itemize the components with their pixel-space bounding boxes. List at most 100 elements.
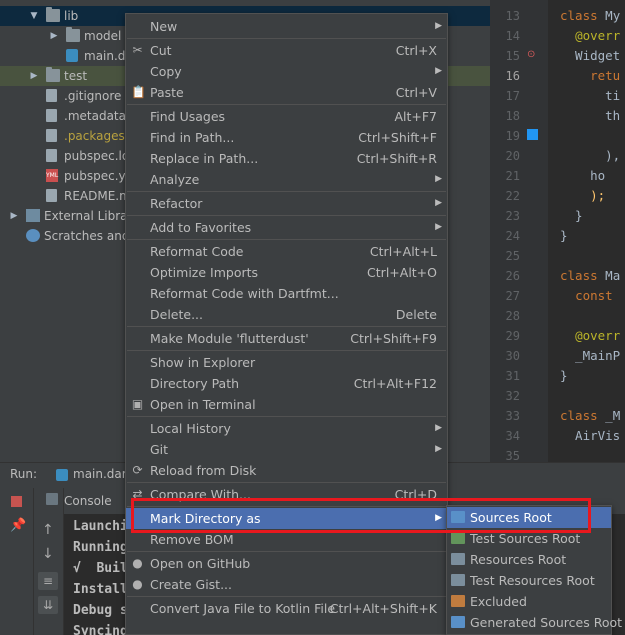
submenu-arrow-icon: ▶	[435, 222, 442, 232]
tree-item-label: .metadata	[64, 109, 126, 123]
menu-item-local-history[interactable]: Local History ▶	[126, 418, 447, 439]
sources-root-icon	[451, 511, 465, 523]
pin-icon[interactable]: 📌	[10, 518, 26, 533]
tree-item-label: model	[84, 29, 122, 43]
menu-item-label: Show in Explorer	[150, 355, 256, 370]
submenu-item-label: Resources Root	[470, 552, 567, 567]
menu-separator	[127, 482, 446, 483]
submenu-arrow-icon: ▶	[435, 174, 442, 184]
menu-item-label: Open in Terminal	[150, 397, 256, 412]
menu-item-create-gist[interactable]: ● Create Gist...	[126, 574, 447, 595]
menu-item-reformat-code-with-dartfmt[interactable]: Reformat Code with Dartfmt...	[126, 283, 447, 304]
menu-item-new[interactable]: New ▶	[126, 16, 447, 37]
soft-wrap-icon[interactable]: ≡	[38, 572, 58, 590]
tree-item-label: lib	[64, 9, 79, 23]
menu-item-copy[interactable]: Copy ▶	[126, 61, 447, 82]
submenu-item-excluded[interactable]: Excluded	[447, 591, 611, 612]
submenu-arrow-icon: ▶	[435, 513, 442, 523]
console-icon	[46, 493, 58, 505]
menu-item-analyze[interactable]: Analyze ▶	[126, 169, 447, 190]
menu-item-label: Git	[150, 442, 169, 457]
menu-separator	[127, 416, 446, 417]
override-marker-icon[interactable]: ⊙	[527, 49, 535, 60]
menu-item-show-in-explorer[interactable]: Show in Explorer	[126, 352, 447, 373]
excluded-icon	[451, 595, 465, 607]
chevron-down-icon[interactable]: ▼	[28, 6, 40, 26]
library-icon	[26, 209, 40, 222]
menu-item-reformat-code[interactable]: Reformat Code Ctrl+Alt+L	[126, 241, 447, 262]
menu-item-shortcut: Ctrl+Alt+L	[369, 244, 437, 259]
chevron-right-icon[interactable]: ▶	[48, 26, 60, 46]
menu-item-mark-directory-as[interactable]: Mark Directory as ▶	[126, 508, 447, 529]
menu-item-shortcut: Ctrl+D	[394, 487, 437, 502]
stop-icon[interactable]	[11, 496, 22, 507]
line-number: 32	[505, 389, 520, 403]
menu-separator	[127, 350, 446, 351]
menu-item-label: Reload from Disk	[150, 463, 257, 478]
menu-item-label: Optimize Imports	[150, 265, 259, 280]
folder-icon	[66, 27, 80, 42]
arrow-down-icon[interactable]: ↓	[42, 546, 54, 562]
menu-item-make-module-flutterdust[interactable]: Make Module 'flutterdust' Ctrl+Shift+F9	[126, 328, 447, 349]
line-number: 33	[505, 409, 520, 423]
menu-item-label: Local History	[150, 421, 231, 436]
menu-item-optimize-imports[interactable]: Optimize Imports Ctrl+Alt+O	[126, 262, 447, 283]
scroll-to-end-icon[interactable]: ⇊	[38, 596, 58, 614]
menu-item-convert-java-file-to-kotlin-file[interactable]: Convert Java File to Kotlin File Ctrl+Alt…	[126, 598, 447, 619]
menu-separator	[127, 551, 446, 552]
menu-item-shortcut: Alt+F7	[394, 109, 437, 124]
line-number: 28	[505, 309, 520, 323]
menu-item-add-to-favorites[interactable]: Add to Favorites ▶	[126, 217, 447, 238]
menu-item-refactor[interactable]: Refactor ▶	[126, 193, 447, 214]
submenu-arrow-icon: ▶	[435, 423, 442, 433]
submenu-item-label: Test Resources Root	[470, 573, 595, 588]
menu-separator	[127, 215, 446, 216]
menu-item-git[interactable]: Git ▶	[126, 439, 447, 460]
code-editor[interactable]: class My @overr Widget retu ti th ), ho …	[548, 0, 625, 462]
line-number: 25	[505, 249, 520, 263]
menu-item-replace-in-path[interactable]: Replace in Path... Ctrl+Shift+R	[126, 148, 447, 169]
menu-item-remove-bom[interactable]: Remove BOM	[126, 529, 447, 550]
line-number: 22	[505, 189, 520, 203]
menu-item-reload-from-disk[interactable]: ⟳ Reload from Disk	[126, 460, 447, 481]
arrow-up-icon[interactable]: ↑	[42, 522, 54, 538]
menu-item-open-on-github[interactable]: ● Open on GitHub	[126, 553, 447, 574]
line-number: 14	[505, 29, 520, 43]
line-number: 23	[505, 209, 520, 223]
menu-separator	[127, 104, 446, 105]
chevron-right-icon[interactable]: ▶	[8, 206, 20, 226]
line-number: 18	[505, 109, 520, 123]
submenu-arrow-icon: ▶	[435, 21, 442, 31]
run-tab-main-dart[interactable]: main.dart	[73, 467, 131, 481]
tree-item-label: .gitignore	[64, 89, 122, 103]
test-resources-root-icon	[451, 574, 465, 586]
menu-item-open-in-terminal[interactable]: ▣ Open in Terminal	[126, 394, 447, 415]
menu-item-label: Find Usages	[150, 109, 226, 124]
line-number: 26	[505, 269, 520, 283]
menu-item-shortcut: Ctrl+V	[395, 85, 437, 100]
submenu-item-sources-root[interactable]: Sources Root	[447, 507, 611, 528]
folder-icon	[46, 67, 60, 82]
submenu-item-generated-sources-root[interactable]: Generated Sources Root	[447, 612, 622, 633]
menu-item-delete[interactable]: Delete... Delete	[126, 304, 447, 325]
submenu-item-test-sources-root[interactable]: Test Sources Root	[447, 528, 611, 549]
menu-item-paste[interactable]: 📋 Paste Ctrl+V	[126, 82, 447, 103]
clipboard-icon: 📋	[131, 85, 146, 99]
color-preview-icon[interactable]	[527, 129, 538, 140]
submenu-item-label: Test Sources Root	[470, 531, 581, 546]
menu-item-find-in-path[interactable]: Find in Path... Ctrl+Shift+F	[126, 127, 447, 148]
line-number: 31	[505, 369, 520, 383]
menu-item-cut[interactable]: ✂ Cut Ctrl+X	[126, 40, 447, 61]
line-number: 20	[505, 149, 520, 163]
submenu-item-test-resources-root[interactable]: Test Resources Root	[447, 570, 611, 591]
menu-item-label: Paste	[150, 85, 184, 100]
submenu-item-resources-root[interactable]: Resources Root	[447, 549, 611, 570]
chevron-right-icon[interactable]: ▶	[28, 66, 40, 86]
menu-item-directory-path[interactable]: Directory Path Ctrl+Alt+F12	[126, 373, 447, 394]
file-icon	[46, 149, 57, 162]
menu-item-find-usages[interactable]: Find Usages Alt+F7	[126, 106, 447, 127]
menu-item-compare-with[interactable]: ⇄ Compare With... Ctrl+D	[126, 484, 447, 505]
console-toolbar: ↑ ↓ ≡ ⇊	[34, 488, 64, 635]
menu-item-shortcut: Ctrl+Alt+Shift+K	[329, 601, 437, 616]
resources-root-icon	[451, 553, 465, 565]
